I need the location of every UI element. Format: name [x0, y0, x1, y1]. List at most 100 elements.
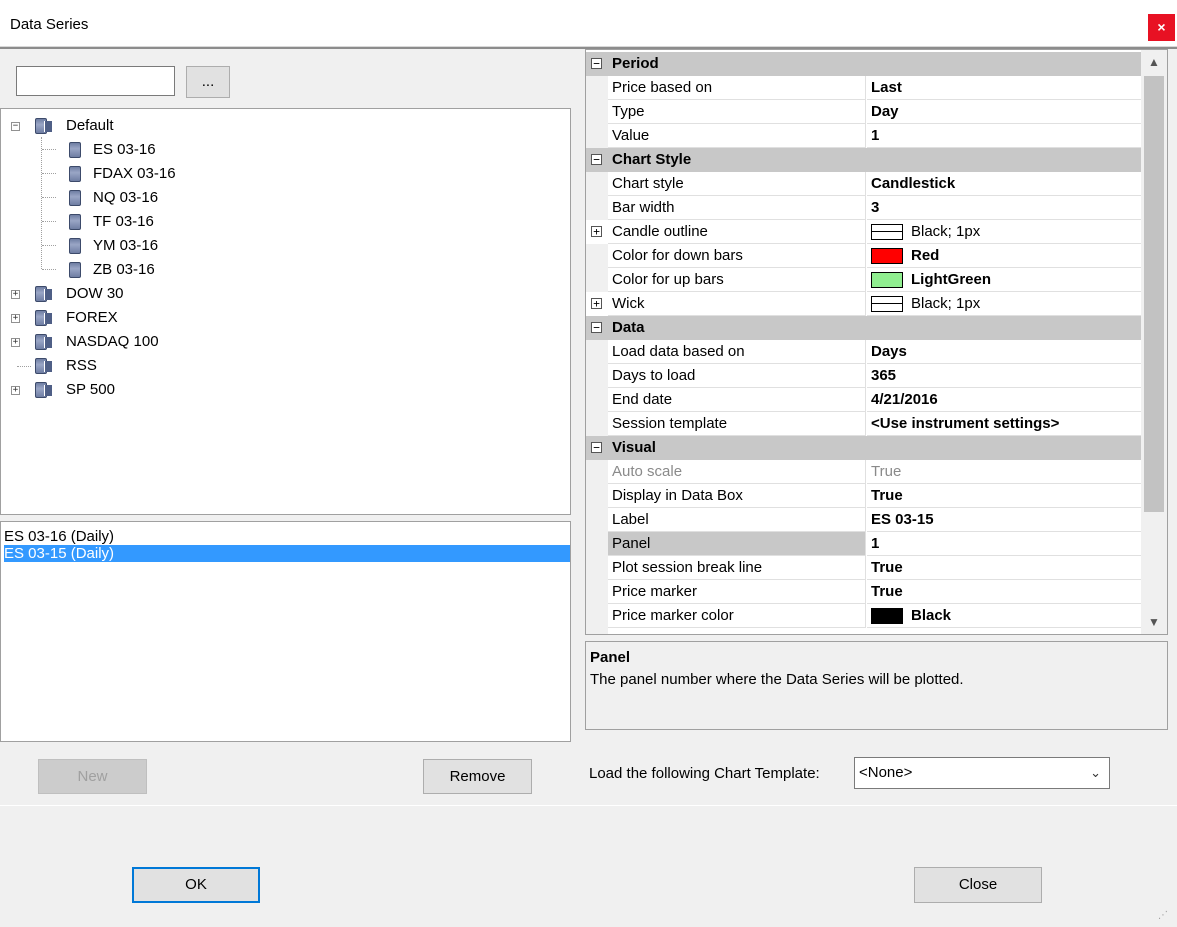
row-margin	[586, 628, 608, 634]
prop-name: Price based on	[608, 76, 866, 100]
prop-panel[interactable]: Panel 1	[586, 532, 1142, 556]
stroke-swatch	[871, 296, 903, 312]
prop-value[interactable]: Day	[867, 100, 1142, 124]
prop-value[interactable]: 3	[867, 196, 1142, 220]
prop-price-marker-color[interactable]: Price marker color Black	[586, 604, 1142, 628]
tree-item-ym[interactable]: YM 03-16	[57, 234, 237, 258]
tree-group-sp-500[interactable]: + SP 500	[11, 378, 231, 402]
close-button[interactable]: Close	[914, 867, 1042, 903]
prop-value[interactable]: 1	[867, 124, 1142, 148]
prop-auto-scale[interactable]: Auto scale True	[586, 460, 1142, 484]
bottom-separator	[0, 805, 1177, 806]
tree-group-nasdaq-100[interactable]: + NASDAQ 100	[11, 330, 231, 354]
ok-button[interactable]: OK	[132, 867, 260, 903]
prop-value[interactable]: Value 1	[586, 124, 1142, 148]
prop-value-stroke[interactable]: Black; 1px	[867, 292, 1142, 316]
collapse-icon[interactable]: −	[591, 322, 602, 333]
property-description: Panel The panel number where the Data Se…	[585, 641, 1168, 730]
prop-value[interactable]: True	[867, 556, 1142, 580]
property-grid-scrollbar[interactable]: ▲ ▼	[1141, 50, 1167, 634]
property-grid[interactable]: − Period Price based on Last Type Day Va…	[585, 49, 1168, 635]
tree-item-es[interactable]: ES 03-16	[57, 138, 237, 162]
prop-value[interactable]: Days	[867, 340, 1142, 364]
browse-button[interactable]: ...	[186, 66, 230, 98]
tree-item-fdax[interactable]: FDAX 03-16	[57, 162, 237, 186]
tree-item-nq[interactable]: NQ 03-16	[57, 186, 237, 210]
row-margin	[586, 124, 608, 148]
category-data[interactable]: − Data	[586, 316, 1142, 340]
category-period[interactable]: − Period	[586, 52, 1142, 76]
series-list-item-selected[interactable]: ES 03-15 (Daily)	[4, 545, 570, 562]
prop-candle-outline[interactable]: + Candle outline Black; 1px	[586, 220, 1142, 244]
prop-value-stroke[interactable]: Black; 1px	[867, 220, 1142, 244]
prop-name: Days to load	[608, 364, 866, 388]
category-visual[interactable]: − Visual	[586, 436, 1142, 460]
prop-load-data-based-on[interactable]: Load data based on Days	[586, 340, 1142, 364]
collapse-icon[interactable]: −	[591, 58, 602, 69]
expand-icon[interactable]: +	[11, 314, 20, 323]
row-margin	[586, 508, 608, 532]
collapse-icon[interactable]: −	[11, 122, 20, 131]
prop-wick[interactable]: + Wick Black; 1px	[586, 292, 1142, 316]
prop-value-color[interactable]: Black	[867, 604, 1142, 628]
prop-price-marker[interactable]: Price marker True	[586, 580, 1142, 604]
remove-button[interactable]: Remove	[423, 759, 532, 794]
tree-group-forex[interactable]: + FOREX	[11, 306, 231, 330]
expand-icon[interactable]: +	[11, 290, 20, 299]
scroll-up-icon[interactable]: ▲	[1141, 50, 1167, 74]
prop-value[interactable]: ES 03-15	[867, 508, 1142, 532]
tree-group-dow-30[interactable]: + DOW 30	[11, 282, 231, 306]
prop-display-in-data-box[interactable]: Display in Data Box True	[586, 484, 1142, 508]
prop-value[interactable]: 4/21/2016	[867, 388, 1142, 412]
collapse-icon[interactable]: −	[591, 442, 602, 453]
prop-plot-session-break-line[interactable]: Plot session break line True	[586, 556, 1142, 580]
database-group-icon	[35, 334, 52, 350]
category-chart-style[interactable]: − Chart Style	[586, 148, 1142, 172]
prop-label[interactable]: Label ES 03-15	[586, 508, 1142, 532]
scroll-thumb[interactable]	[1144, 76, 1164, 512]
color-swatch	[871, 248, 903, 264]
scroll-down-icon[interactable]: ▼	[1141, 610, 1167, 634]
prop-name: Bar width	[608, 196, 866, 220]
chart-template-select[interactable]: <None> ⌄	[854, 757, 1110, 789]
tree-connector	[42, 269, 56, 270]
instrument-search-input[interactable]	[16, 66, 175, 96]
prop-value[interactable]: True	[867, 580, 1142, 604]
prop-chart-style[interactable]: Chart style Candlestick	[586, 172, 1142, 196]
prop-name: Color for down bars	[608, 244, 866, 268]
prop-color-up-bars[interactable]: Color for up bars LightGreen	[586, 268, 1142, 292]
close-window-button[interactable]: ×	[1148, 14, 1175, 41]
expand-icon[interactable]: +	[591, 226, 602, 237]
prop-value[interactable]: <Use instrument settings>	[867, 412, 1142, 436]
prop-session-template[interactable]: Session template <Use instrument setting…	[586, 412, 1142, 436]
prop-days-to-load[interactable]: Days to load 365	[586, 364, 1142, 388]
instrument-tree[interactable]: − Default ES 03-16 FDAX 03-16 NQ 03-16 T…	[0, 108, 571, 515]
prop-value-color[interactable]: Red	[867, 244, 1142, 268]
tree-item-tf[interactable]: TF 03-16	[57, 210, 237, 234]
row-margin: −	[586, 148, 608, 172]
prop-end-date[interactable]: End date 4/21/2016	[586, 388, 1142, 412]
prop-value-color[interactable]: LightGreen	[867, 268, 1142, 292]
tree-group-default[interactable]: − Default	[11, 114, 211, 138]
tree-item-zb[interactable]: ZB 03-16	[57, 258, 237, 282]
tree-group-rss[interactable]: RSS	[11, 354, 231, 378]
series-list-item[interactable]: ES 03-16 (Daily)	[4, 528, 114, 545]
prop-color-down-bars[interactable]: Color for down bars Red	[586, 244, 1142, 268]
expand-icon[interactable]: +	[591, 298, 602, 309]
expand-icon[interactable]: +	[11, 386, 20, 395]
prop-value[interactable]: Candlestick	[867, 172, 1142, 196]
prop-value[interactable]: 365	[867, 364, 1142, 388]
prop-value[interactable]: Last	[867, 76, 1142, 100]
prop-bar-width[interactable]: Bar width 3	[586, 196, 1142, 220]
collapse-icon[interactable]: −	[591, 154, 602, 165]
prop-value[interactable]: True	[867, 484, 1142, 508]
new-button[interactable]: New	[38, 759, 147, 794]
prop-type[interactable]: Type Day	[586, 100, 1142, 124]
prop-value[interactable]: 1	[867, 532, 1142, 556]
prop-price-based-on[interactable]: Price based on Last	[586, 76, 1142, 100]
row-margin	[586, 556, 608, 580]
expand-icon[interactable]: +	[11, 338, 20, 347]
tree-group-label: Default	[66, 117, 114, 134]
data-series-list[interactable]: ES 03-16 (Daily) ES 03-15 (Daily)	[0, 521, 571, 742]
resize-grip-icon[interactable]: ⋰	[1158, 910, 1174, 924]
